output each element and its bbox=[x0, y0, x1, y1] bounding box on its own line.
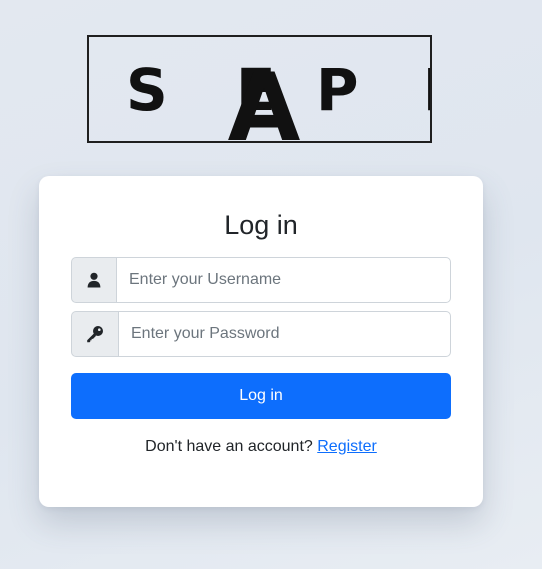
login-title: Log in bbox=[224, 210, 298, 240]
register-link[interactable]: Register bbox=[317, 438, 377, 455]
key-icon bbox=[87, 326, 103, 343]
login-card: Log in Log in Don't have an account? Reg… bbox=[39, 176, 483, 507]
password-input[interactable] bbox=[118, 311, 451, 357]
logo-wordmark: S E A P P bbox=[126, 54, 430, 141]
username-input[interactable] bbox=[116, 257, 451, 303]
user-icon bbox=[87, 272, 101, 288]
register-prompt: Don't have an account? Register bbox=[39, 437, 483, 457]
password-addon bbox=[71, 311, 118, 357]
username-addon bbox=[71, 257, 116, 303]
logo-letters-pp: P P bbox=[316, 56, 430, 124]
seapp-logo: S E A P P bbox=[87, 35, 432, 143]
login-button[interactable]: Log in bbox=[71, 373, 451, 419]
password-group bbox=[71, 311, 451, 357]
register-prompt-text: Don't have an account? bbox=[145, 438, 313, 455]
logo-letter-a: A bbox=[228, 54, 301, 141]
username-group bbox=[71, 257, 451, 303]
